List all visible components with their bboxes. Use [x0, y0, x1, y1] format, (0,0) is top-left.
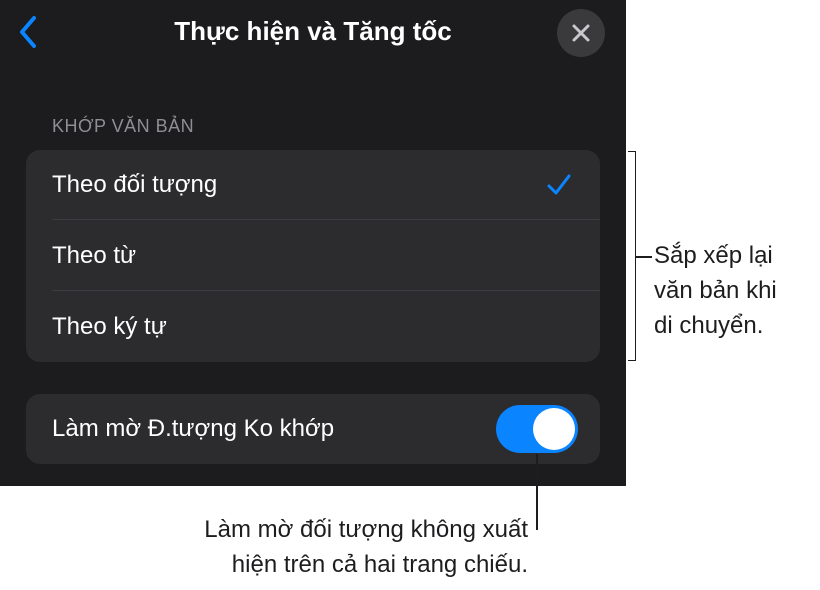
option-by-object[interactable]: Theo đối tượng: [26, 150, 600, 220]
option-label: Theo từ: [52, 242, 137, 269]
callout-leader-line: [536, 454, 538, 530]
option-by-word[interactable]: Theo từ: [26, 221, 600, 291]
section-header-text-fit: KHỚP VĂN BẢN: [52, 116, 195, 136]
switch-knob: [533, 408, 575, 450]
callout-fade-unmatched: Làm mờ đối tượng không xuất hiện trên cả…: [90, 512, 528, 582]
callout-line: văn bản khi: [654, 277, 777, 304]
callout-line: Sắp xếp lại: [654, 242, 773, 269]
fade-unmatched-switch[interactable]: [496, 405, 578, 453]
fade-unmatched-row: Làm mờ Đ.tượng Ko khớp: [26, 394, 600, 464]
callout-line: hiện trên cả hai trang chiếu.: [231, 551, 528, 578]
row-divider: [52, 219, 600, 220]
callout-line: Làm mờ đối tượng không xuất: [204, 516, 528, 543]
callout-bracket: [628, 151, 636, 361]
fade-unmatched-label: Làm mờ Đ.tượng Ko khớp: [52, 415, 335, 442]
callout-line: di chuyển.: [654, 312, 764, 339]
option-by-character[interactable]: Theo ký tự: [26, 292, 600, 362]
transition-settings-panel: Thực hiện và Tăng tốc KHỚP VĂN BẢN Theo …: [0, 0, 626, 486]
callout-bracket-tick: [636, 256, 652, 258]
figure: Thực hiện và Tăng tốc KHỚP VĂN BẢN Theo …: [0, 0, 820, 590]
close-icon: [572, 24, 590, 42]
close-button[interactable]: [557, 9, 605, 57]
row-divider: [52, 290, 600, 291]
checkmark-icon: [547, 174, 571, 195]
option-label: Theo ký tự: [52, 313, 167, 340]
panel-title: Thực hiện và Tăng tốc: [174, 16, 452, 46]
text-fit-options-group: Theo đối tượng Theo từ Theo ký tự: [26, 150, 600, 362]
callout-text-fit: Sắp xếp lại văn bản khi di chuyển.: [654, 238, 820, 343]
option-label: Theo đối tượng: [52, 171, 218, 198]
